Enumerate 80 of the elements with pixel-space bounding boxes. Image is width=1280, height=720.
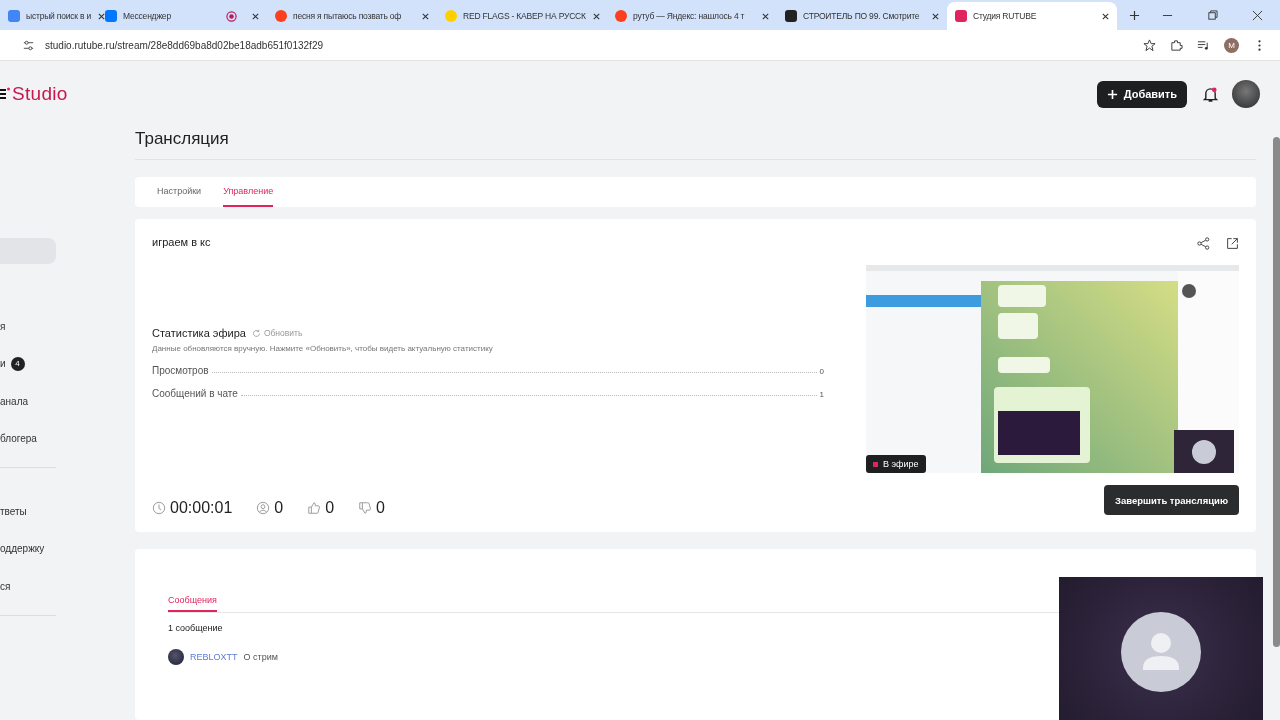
- person-icon: [1121, 612, 1201, 692]
- stat-label: Просмотров: [152, 365, 209, 376]
- person-icon: [256, 501, 271, 515]
- counter-value: 0: [376, 499, 385, 517]
- plus-icon: [1106, 88, 1118, 100]
- close-icon[interactable]: [97, 11, 107, 21]
- sidebar-item[interactable]: анала: [0, 388, 56, 414]
- media-icon[interactable]: [1197, 38, 1210, 52]
- tab-title: СТРОИТЕЛЬ ПО 99. Смотрите: [803, 11, 920, 21]
- stats-title: Статистика эфира: [152, 327, 246, 339]
- counter-value: 0: [274, 499, 284, 517]
- share-icon[interactable]: [1197, 237, 1210, 250]
- sidebar-item[interactable]: и 4: [0, 350, 56, 377]
- stat-value: 0: [819, 367, 824, 376]
- end-stream-button[interactable]: Завершить трансляцию: [1103, 485, 1239, 515]
- stream-title: играем в кс: [152, 236, 212, 248]
- sidebar-item[interactable]: я: [0, 313, 56, 339]
- site-icon: [275, 10, 287, 22]
- user-avatar[interactable]: [1232, 80, 1260, 108]
- site-icon: [445, 10, 457, 22]
- bell-icon[interactable]: [1203, 85, 1218, 103]
- browser-tab[interactable]: RED FLAGS - КАВЕР НА РУССК: [437, 2, 607, 30]
- counter-value: 0: [325, 499, 335, 517]
- tab-title: Мессенджер: [123, 11, 171, 21]
- logo-text[interactable]: Studio: [12, 83, 68, 105]
- sidebar-item[interactable]: оддержку: [0, 535, 56, 562]
- message-text: О стрим: [243, 652, 278, 662]
- stat-value: 1: [819, 390, 824, 399]
- site-icon: [105, 10, 117, 22]
- new-tab-icon[interactable]: [1129, 10, 1140, 21]
- thumbs-up-icon: [307, 501, 322, 515]
- browser-tab[interactable]: СТРОИТЕЛЬ ПО 99. Смотрите: [777, 2, 947, 30]
- refresh-icon: [251, 328, 261, 338]
- clock-icon: [152, 501, 166, 515]
- address-field[interactable]: studio.rutube.ru/stream/28e8dd69ba8d02be18adb651f0132f29: [45, 39, 323, 51]
- counter-value: 00:00:01: [170, 499, 233, 517]
- close-icon[interactable]: [1101, 11, 1110, 21]
- page-title: Трансляция: [135, 127, 1256, 160]
- logo-icon: [0, 86, 10, 102]
- sidebar-item[interactable]: ся: [0, 573, 56, 599]
- browser-tab[interactable]: песня я пытаюсь позвать оф: [267, 2, 437, 30]
- close-icon[interactable]: [761, 11, 770, 21]
- stat-label: Сообщений в чате: [152, 388, 238, 399]
- close-icon[interactable]: [1252, 10, 1263, 21]
- site-icon: [785, 10, 797, 22]
- scrollbar-thumb[interactable]: [1273, 137, 1280, 647]
- message-author[interactable]: REBLOXTT: [190, 652, 238, 662]
- browser-tab[interactable]: Мессенджер: [97, 2, 267, 30]
- browser-tab[interactable]: ыстрый поиск в и: [0, 2, 97, 30]
- sidebar-item[interactable]: тветы: [0, 498, 56, 524]
- tab-title: ыстрый поиск в и: [26, 11, 92, 21]
- thumbs-down-icon: [358, 501, 373, 515]
- site-icon: [615, 10, 627, 22]
- close-icon[interactable]: [251, 11, 260, 21]
- site-settings-icon[interactable]: [22, 38, 35, 52]
- close-icon[interactable]: [931, 11, 940, 21]
- live-badge: В эфире: [866, 455, 926, 473]
- tab-title: рутуб — Яндекс: нашлось 4 т: [633, 11, 745, 21]
- stats-note: Данные обновляются вручную. Нажмите «Обновить», чтобы видеть актуальную статистику: [152, 344, 494, 353]
- browser-tab[interactable]: рутуб — Яндекс: нашлось 4 т: [607, 2, 777, 30]
- site-icon: [955, 10, 967, 22]
- close-icon[interactable]: [591, 11, 601, 21]
- tab[interactable]: Настройки: [157, 177, 202, 207]
- sidebar-item[interactable]: блогера: [0, 425, 56, 452]
- star-icon[interactable]: [1143, 38, 1156, 52]
- tab-title: Студия RUTUBE: [973, 11, 1037, 21]
- restore-icon[interactable]: [1207, 10, 1218, 21]
- tab[interactable]: Управление: [223, 177, 274, 207]
- add-button[interactable]: Добавить: [1096, 80, 1187, 108]
- message-count: 1 сообщение: [168, 623, 224, 633]
- close-icon[interactable]: [421, 11, 430, 21]
- tab-title: песня я пытаюсь позвать оф: [293, 11, 402, 21]
- browser-tab[interactable]: Студия RUTUBE: [947, 2, 1117, 30]
- profile-avatar[interactable]: M: [1224, 37, 1239, 53]
- site-icon: [8, 10, 20, 22]
- extensions-icon[interactable]: [1170, 38, 1183, 52]
- external-link-icon[interactable]: [1226, 237, 1239, 250]
- messages-tab[interactable]: Сообщения: [168, 595, 217, 612]
- tab-title: RED FLAGS - КАВЕР НА РУССК: [463, 11, 586, 21]
- user-avatar: [168, 649, 184, 665]
